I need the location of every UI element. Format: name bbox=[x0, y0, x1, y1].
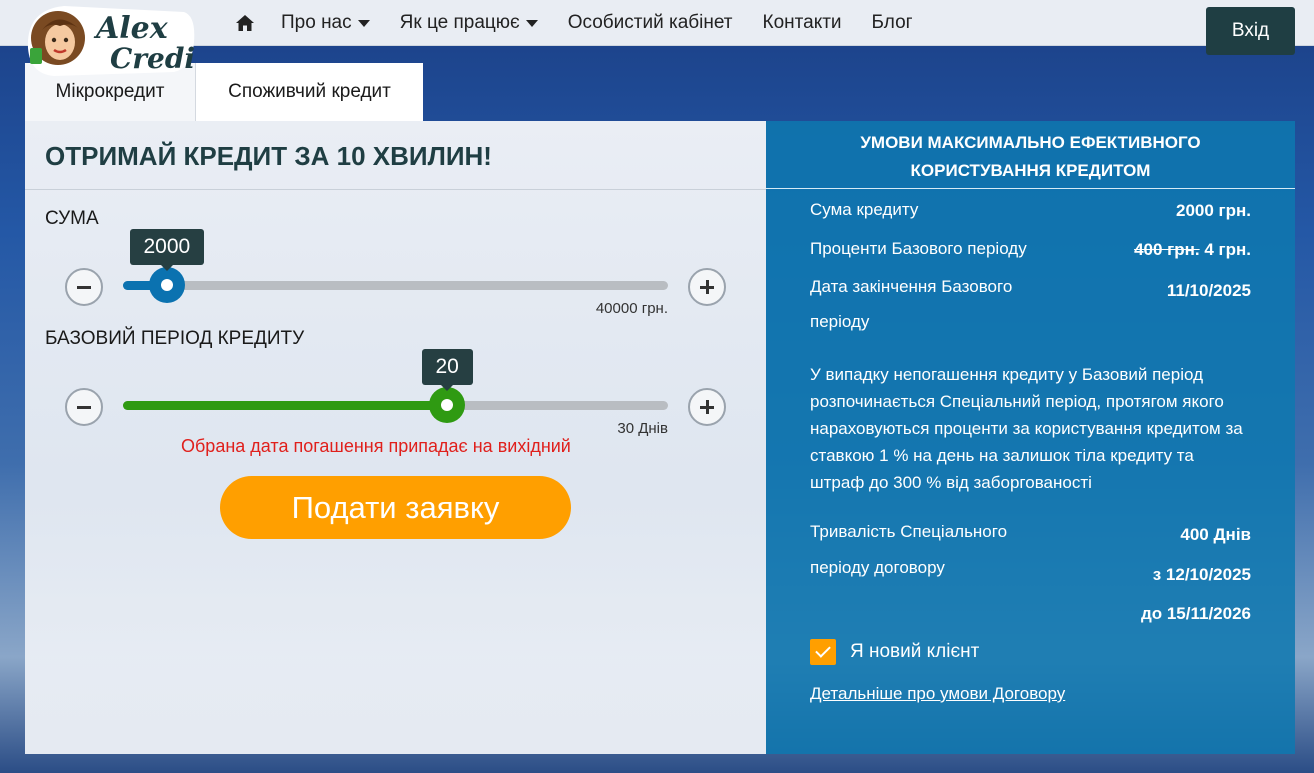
duration-value: 400 Днів bbox=[1180, 525, 1251, 544]
amount-max-label: 40000 грн. bbox=[595, 300, 668, 317]
credit-calculator: ОТРИМАЙ КРЕДИТ ЗА 10 ХВИЛИН! СУМА 2000 4… bbox=[25, 121, 766, 754]
divider bbox=[25, 189, 766, 190]
end-date-value: 11/10/2025 bbox=[1166, 281, 1251, 300]
home-icon[interactable] bbox=[235, 14, 255, 32]
period-slider-handle[interactable] bbox=[429, 387, 465, 423]
amount-value-tooltip: 2000 bbox=[129, 229, 205, 271]
logo-text-alex: Alex bbox=[93, 11, 169, 46]
amount-slider[interactable]: 2000 bbox=[123, 229, 668, 303]
amount-row-label: Сума кредиту bbox=[810, 200, 919, 219]
credit-conditions-panel: УМОВИ МАКСИМАЛЬНО ЕФЕКТИВНОГО КОРИСТУВАН… bbox=[766, 121, 1295, 754]
chevron-down-icon bbox=[357, 19, 370, 27]
amount-slider-handle[interactable] bbox=[149, 267, 185, 303]
interest-new-value: 4 грн. bbox=[1204, 240, 1251, 259]
conditions-title: УМОВИ МАКСИМАЛЬНО ЕФЕКТИВНОГО КОРИСТУВАН… bbox=[766, 129, 1295, 185]
special-period-text: У випадку непогашення кредиту у Базовий … bbox=[810, 365, 1243, 492]
tab-consumer-credit[interactable]: Споживчий кредит bbox=[195, 63, 423, 121]
amount-label: СУМА bbox=[45, 208, 99, 229]
duration-label-2: періоду договору bbox=[810, 558, 945, 577]
period-value-tooltip: 20 bbox=[421, 349, 473, 391]
amount-increase-button[interactable] bbox=[688, 268, 726, 306]
period-slider[interactable]: 20 bbox=[123, 349, 668, 423]
nav-how-label: Як це працює bbox=[399, 12, 520, 33]
new-client-checkbox[interactable] bbox=[810, 639, 836, 665]
logo-text-credit: Credit bbox=[110, 42, 196, 75]
plus-icon-vertical bbox=[705, 400, 709, 414]
conditions-title-line1: УМОВИ МАКСИМАЛЬНО ЕФЕКТИВНОГО bbox=[860, 133, 1201, 152]
duration-label-1: Тривалість Спеціального bbox=[810, 522, 1008, 541]
minus-icon bbox=[77, 286, 91, 289]
chevron-down-icon bbox=[525, 19, 538, 27]
interest-row-label: Проценти Базового періоду bbox=[810, 239, 1027, 258]
amount-row-value: 2000 грн. bbox=[1176, 201, 1251, 220]
calculator-title: ОТРИМАЙ КРЕДИТ ЗА 10 ХВИЛИН! bbox=[45, 141, 492, 171]
period-decrease-button[interactable] bbox=[65, 388, 103, 426]
weekend-warning: Обрана дата погашення припадає на вихідн… bbox=[181, 436, 571, 456]
period-slider-fill bbox=[123, 401, 447, 410]
duration-to: до 15/11/2026 bbox=[1140, 604, 1251, 623]
nav-about[interactable]: Про нас bbox=[281, 12, 370, 34]
divider bbox=[766, 188, 1295, 189]
nav-how-it-works[interactable]: Як це працює bbox=[400, 12, 538, 34]
plus-icon-vertical bbox=[705, 280, 709, 294]
main-nav: Про нас Як це працює Особистий кабінет К… bbox=[235, 0, 943, 46]
amount-decrease-button[interactable] bbox=[65, 268, 103, 306]
nav-contacts[interactable]: Контакти bbox=[763, 12, 842, 34]
nav-about-label: Про нас bbox=[281, 12, 352, 33]
minus-icon bbox=[77, 406, 91, 409]
period-max-label: 30 Днів bbox=[617, 420, 668, 437]
contract-details-link[interactable]: Детальніше про умови Договору bbox=[810, 684, 1065, 704]
period-increase-button[interactable] bbox=[688, 388, 726, 426]
interest-row-value: 400 грн. 4 грн. bbox=[1134, 240, 1251, 260]
conditions-title-line2: КОРИСТУВАННЯ КРЕДИТОМ bbox=[910, 161, 1151, 180]
end-date-label-2: періоду bbox=[810, 312, 870, 331]
nav-personal-cabinet[interactable]: Особистий кабінет bbox=[568, 12, 733, 34]
login-button[interactable]: Вхід bbox=[1206, 7, 1295, 55]
alexcredit-logo[interactable]: Alex Credit bbox=[24, 2, 208, 78]
interest-old-value: 400 грн. bbox=[1134, 240, 1200, 259]
new-client-label[interactable]: Я новий клієнт bbox=[850, 639, 979, 665]
top-navigation-bar: Про нас Як це працює Особистий кабінет К… bbox=[0, 0, 1314, 46]
submit-application-button[interactable]: Подати заявку bbox=[220, 476, 571, 539]
period-label: БАЗОВИЙ ПЕРІОД КРЕДИТУ bbox=[45, 328, 305, 349]
end-date-label-1: Дата закінчення Базового bbox=[810, 277, 1013, 296]
nav-blog[interactable]: Блог bbox=[872, 12, 913, 34]
duration-from: з 12/10/2025 bbox=[1152, 565, 1251, 584]
